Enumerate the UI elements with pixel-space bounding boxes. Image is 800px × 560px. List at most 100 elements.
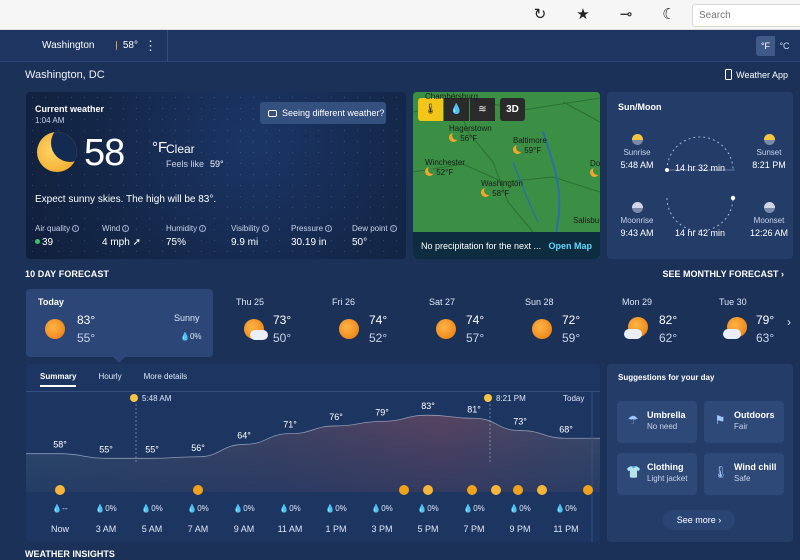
moon-icon bbox=[55, 485, 65, 495]
current-weather-card: Current weather 1:04 AM 58 °F Clear Feel… bbox=[26, 92, 406, 259]
metric-visibility[interactable]: Visibility i 9.9 mi bbox=[231, 224, 269, 248]
unit-toggle[interactable]: °F °C bbox=[756, 36, 794, 56]
temperature-layer-icon[interactable]: 🌡 bbox=[418, 98, 443, 121]
metric-humidity[interactable]: Humidity i 75% bbox=[166, 224, 207, 248]
day-low: 55° bbox=[77, 331, 96, 345]
hour-precip-label: 💧0% bbox=[555, 503, 577, 513]
refresh-icon[interactable]: ↻ bbox=[531, 6, 549, 24]
day-low: 62° bbox=[659, 331, 678, 345]
forecast-day-fri[interactable]: Fri 26 74° 52° bbox=[320, 289, 413, 357]
hour-temp-label: 79° bbox=[375, 407, 389, 417]
location-chip[interactable]: Washington 58° ⋮ bbox=[26, 30, 168, 61]
unit-celsius[interactable]: °C bbox=[775, 36, 794, 56]
forecast-day-thu[interactable]: Thu 25 73° 50° bbox=[224, 289, 317, 357]
map-layer-buttons: 🌡 💧 ≋ 3D bbox=[418, 98, 525, 121]
wind-layer-icon[interactable]: ≋ bbox=[470, 98, 495, 121]
cloud-icon bbox=[723, 329, 741, 339]
sun-icon bbox=[532, 319, 552, 339]
sunset-marker-label: 8:21 PM bbox=[496, 394, 526, 403]
hour-temp-label: 73° bbox=[513, 417, 527, 427]
search-box[interactable] bbox=[692, 4, 800, 27]
hour-precip-label: 💧0% bbox=[509, 503, 531, 513]
suggestion-outdoors[interactable]: ⚑ Outdoors Fair bbox=[704, 401, 784, 443]
current-condition: Clear bbox=[166, 142, 195, 156]
metric-label: Air quality bbox=[35, 224, 71, 233]
weather-app-link[interactable]: Weather App bbox=[725, 69, 788, 80]
sunrise-icon bbox=[631, 134, 643, 145]
day-name: Sat 27 bbox=[429, 297, 456, 307]
metric-dew-point[interactable]: Dew point i 50° bbox=[352, 224, 397, 248]
info-icon: i bbox=[199, 225, 207, 232]
precipitation-layer-icon[interactable]: 💧 bbox=[444, 98, 469, 121]
hour-precip-label: 💧0% bbox=[417, 503, 439, 513]
see-more-button[interactable]: See more › bbox=[663, 510, 735, 530]
map-city-salisbury: Salisbu bbox=[573, 216, 600, 225]
hour-time-label: 7 AM bbox=[188, 524, 209, 534]
hour-weather-icon bbox=[423, 485, 433, 495]
metric-value: 30.19 in bbox=[291, 237, 327, 248]
temp-unit: °F bbox=[152, 139, 168, 156]
forecast-day-today[interactable]: Today 83° 55° Sunny 💧0% bbox=[26, 289, 213, 357]
metric-value: 4 mph bbox=[102, 237, 130, 248]
sunset-icon bbox=[763, 134, 775, 145]
day-high: 74° bbox=[466, 313, 485, 327]
suggestion-clothing[interactable]: 👕 Clothing Light jacket bbox=[617, 453, 697, 495]
weather-map-card[interactable]: 🌡 💧 ≋ 3D Chambersburg Hagerstown 56°F Ba… bbox=[413, 92, 600, 259]
moonrise-icon bbox=[631, 202, 643, 213]
hourly-temperature-chart: 5:48 AM 8:21 PM 58° 💧-- Now 55° 💧0% 3 AM 55° 💧0% 5… bbox=[26, 392, 600, 542]
unit-fahrenheit[interactable]: °F bbox=[756, 36, 775, 56]
favorite-star-icon[interactable]: ★ bbox=[574, 6, 592, 24]
day-low: 59° bbox=[562, 331, 581, 345]
metric-value: 75% bbox=[166, 237, 187, 248]
sunrise: Sunrise 5:48 AM bbox=[617, 134, 657, 170]
pin-icon[interactable]: ⊸ bbox=[617, 6, 635, 24]
hour-temp-label: 83° bbox=[421, 401, 435, 411]
metric-label: Pressure bbox=[291, 224, 324, 233]
suggestion-umbrella[interactable]: ☂ Umbrella No need bbox=[617, 401, 697, 443]
forecast-day-sat[interactable]: Sat 27 74° 57° bbox=[417, 289, 510, 357]
seeing-different-weather-button[interactable]: Seeing different weather? bbox=[260, 102, 386, 124]
metric-wind[interactable]: Wind i 4 mph ➚ bbox=[102, 224, 141, 248]
forecast-day-mon[interactable]: Mon 29 82° 62° bbox=[610, 289, 703, 357]
metric-air-quality[interactable]: Air quality i 39 bbox=[35, 224, 80, 248]
open-map-link[interactable]: Open Map bbox=[548, 241, 592, 251]
hour-weather-icon bbox=[513, 485, 523, 495]
metric-value: 50° bbox=[352, 237, 368, 248]
hour-temp-label: 56° bbox=[191, 443, 205, 453]
aq-status-dot bbox=[35, 239, 40, 244]
day-precip: 💧0% bbox=[180, 332, 202, 341]
search-input[interactable] bbox=[693, 5, 800, 26]
running-icon: ⚑ bbox=[714, 413, 726, 427]
cloud-icon bbox=[250, 330, 268, 340]
hour-time-label: 3 AM bbox=[96, 524, 117, 534]
moonrise: Moonrise 9:43 AM bbox=[613, 202, 661, 238]
hour-temp-label: 58° bbox=[53, 440, 67, 450]
metric-pressure[interactable]: Pressure i 30.19 in bbox=[291, 224, 333, 248]
day-name: Sun 28 bbox=[525, 297, 554, 307]
see-monthly-forecast-link[interactable]: SEE MONTHLY FORECAST › bbox=[662, 269, 784, 279]
suggestion-wind-chill[interactable]: 🌡 Wind chill Safe bbox=[704, 453, 784, 495]
hour-temp-label: 68° bbox=[559, 424, 573, 434]
map-footer: No precipitation for the next ... Open M… bbox=[413, 232, 600, 259]
day-low: 50° bbox=[273, 331, 292, 345]
seeing-different-label: Seeing different weather? bbox=[282, 108, 385, 118]
map-3d-button[interactable]: 3D bbox=[500, 98, 525, 121]
day-condition: Sunny bbox=[174, 313, 200, 323]
hour-temp-label: 76° bbox=[329, 412, 343, 422]
current-weather-title: Current weather bbox=[35, 104, 105, 114]
metric-value: 39 bbox=[42, 237, 54, 248]
feels-like-value: 59° bbox=[210, 159, 224, 169]
feels-like: Feels like 59° bbox=[166, 159, 224, 169]
more-options-icon[interactable]: ⋮ bbox=[144, 38, 157, 54]
thermometer-icon: 🌡 bbox=[713, 465, 729, 479]
forecast-day-sun[interactable]: Sun 28 72° 59° bbox=[513, 289, 606, 357]
dark-mode-moon-icon[interactable]: ☾ bbox=[660, 6, 678, 24]
feels-like-label: Feels like bbox=[166, 159, 205, 169]
hour-time-label: 9 AM bbox=[234, 524, 255, 534]
sun-icon bbox=[193, 485, 203, 495]
sun-moon-card[interactable]: Sun/Moon Sunrise 5:48 AM Sunset 8:21 PM … bbox=[607, 92, 793, 259]
day-high: 82° bbox=[659, 313, 678, 327]
location-temp: 58° bbox=[122, 40, 138, 51]
moon-duration: 14 hr 42 min bbox=[675, 228, 726, 238]
chevron-right-icon[interactable]: › bbox=[787, 315, 800, 331]
